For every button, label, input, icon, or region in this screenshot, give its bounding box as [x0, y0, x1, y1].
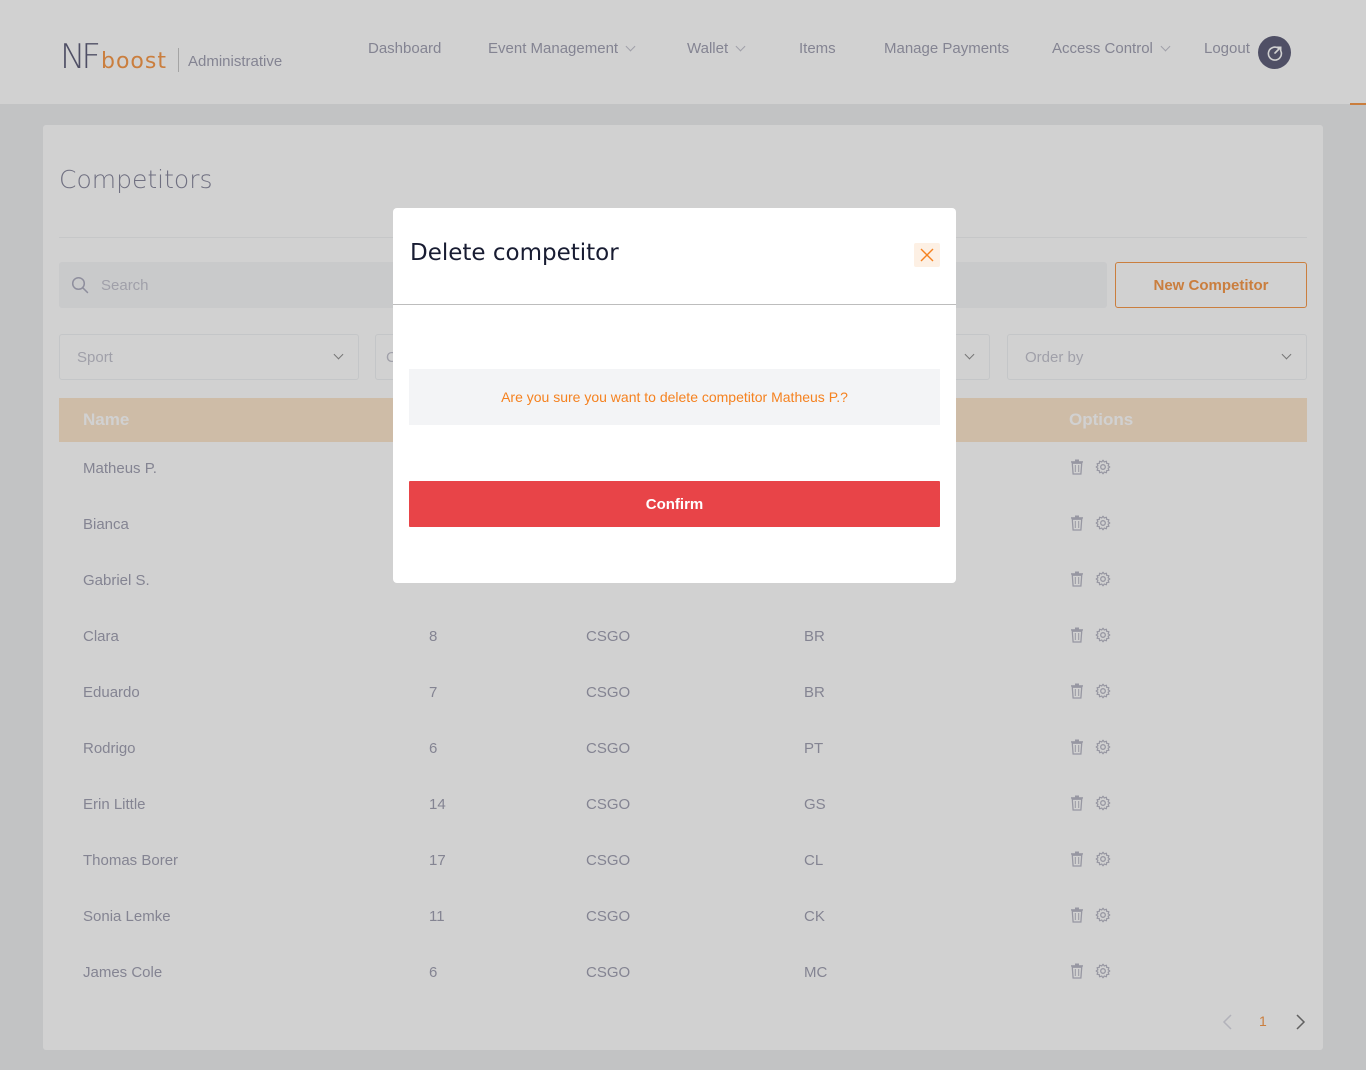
modal-title: Delete competitor [410, 240, 619, 266]
modal-message: Are you sure you want to delete competit… [409, 369, 940, 425]
delete-competitor-modal: Delete competitor Are you sure you want … [393, 208, 956, 583]
close-icon [920, 248, 934, 262]
close-button[interactable] [914, 243, 940, 267]
confirm-button[interactable]: Confirm [409, 481, 940, 527]
modal-divider [393, 304, 956, 305]
